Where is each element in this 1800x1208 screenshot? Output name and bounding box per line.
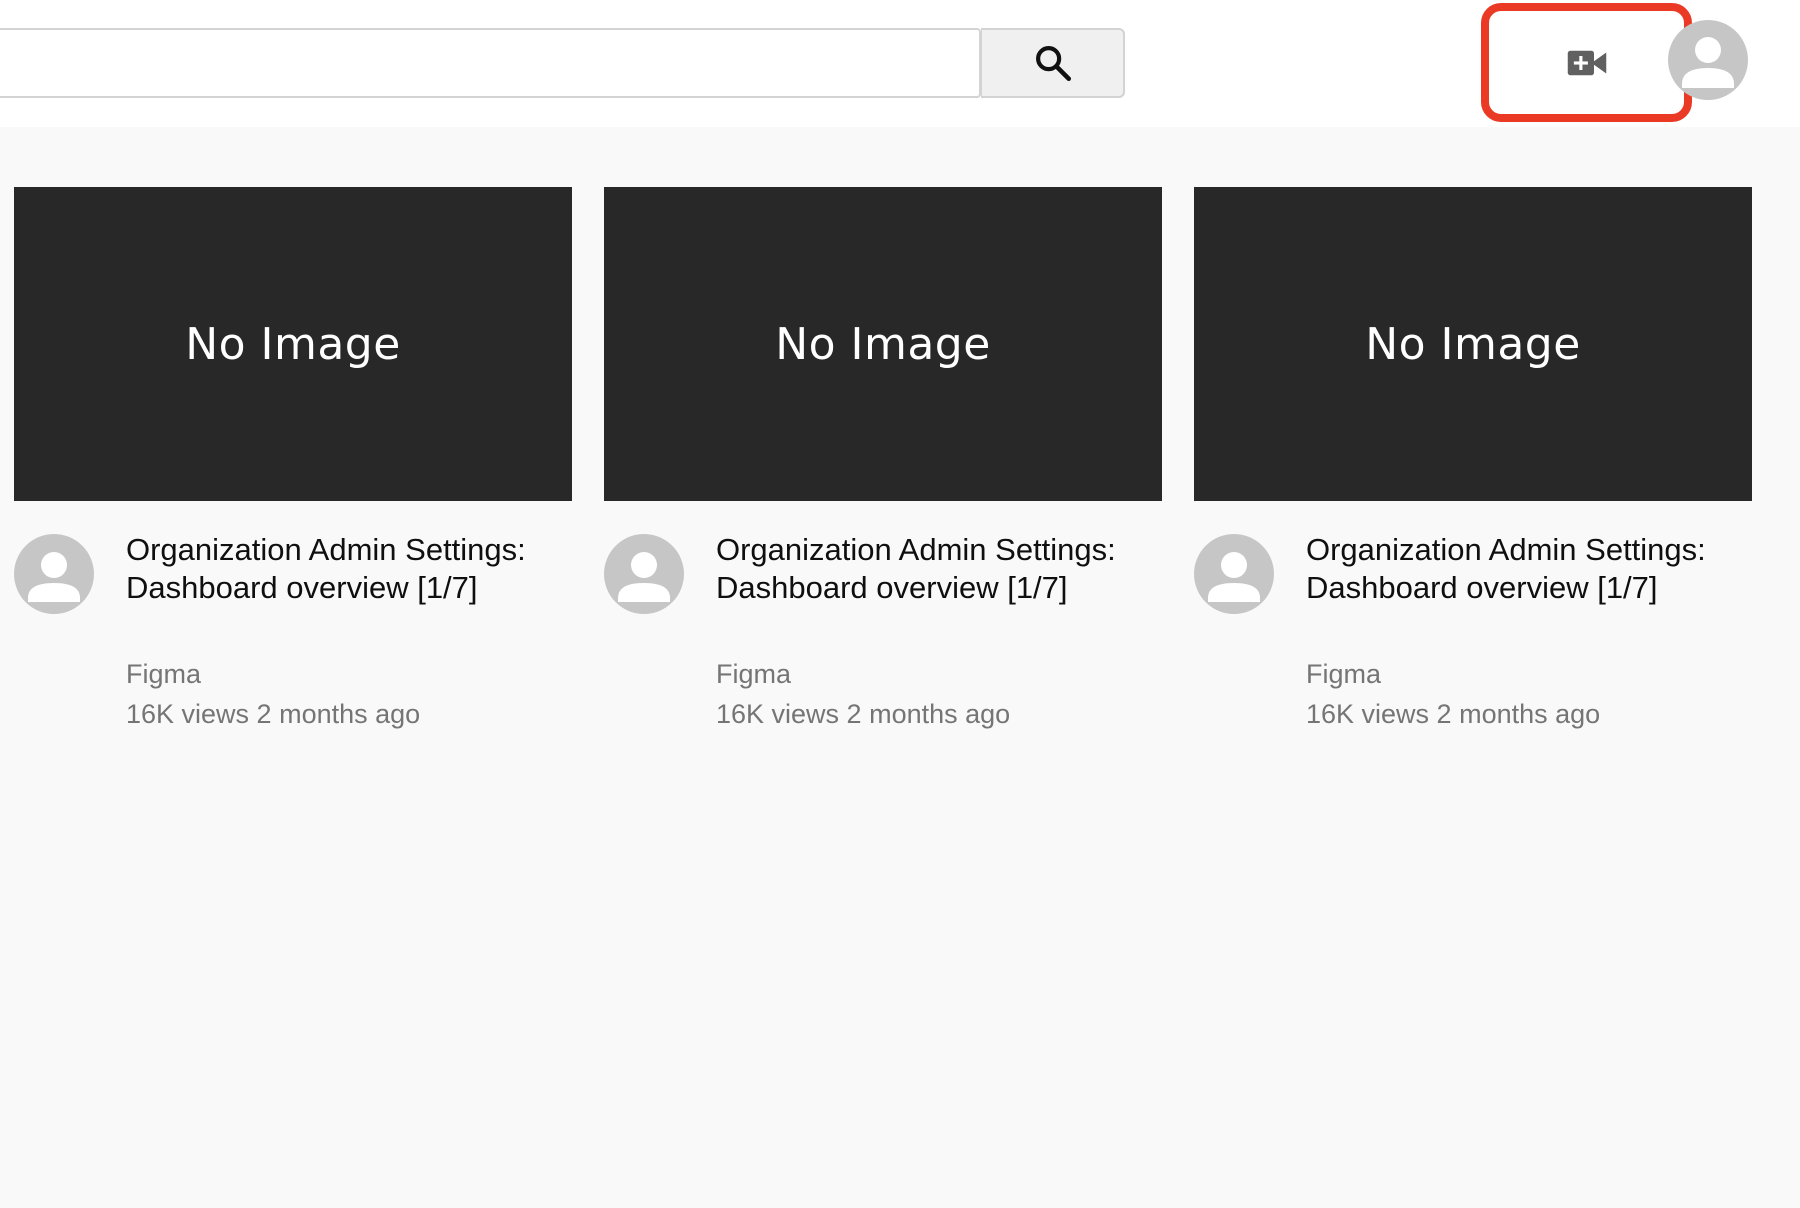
- video-title[interactable]: Organization Admin Settings: Dashboard o…: [126, 531, 572, 607]
- person-icon: [28, 552, 80, 602]
- video-metadata: 16K views 2 months ago: [126, 699, 421, 729]
- video-thumbnail[interactable]: No Image: [1194, 187, 1752, 501]
- channel-name[interactable]: Figma: [126, 657, 201, 691]
- video-title[interactable]: Organization Admin Settings: Dashboard o…: [1306, 531, 1752, 607]
- create-video-button[interactable]: [1481, 3, 1692, 122]
- thumbnail-placeholder-text: No Image: [1365, 318, 1581, 370]
- thumbnail-placeholder-text: No Image: [185, 318, 401, 370]
- channel-name[interactable]: Figma: [1306, 657, 1381, 691]
- channel-avatar[interactable]: [1194, 534, 1274, 614]
- top-bar: [0, 0, 1800, 127]
- person-icon: [1682, 37, 1734, 88]
- video-metadata: 16K views 2 months ago: [1306, 699, 1601, 729]
- person-icon: [618, 552, 670, 602]
- account-avatar-button[interactable]: [1668, 20, 1748, 100]
- video-thumbnail[interactable]: No Image: [14, 187, 572, 501]
- search-input[interactable]: [2, 30, 976, 96]
- video-metadata: 16K views 2 months ago: [716, 699, 1011, 729]
- search-button[interactable]: [981, 28, 1125, 98]
- video-camera-plus-icon: [1567, 50, 1606, 75]
- channel-name[interactable]: Figma: [716, 657, 791, 691]
- search-icon: [1035, 46, 1071, 82]
- video-card: No Image Organization Admin Settings: Da…: [14, 187, 572, 729]
- video-grid: No Image Organization Admin Settings: Da…: [0, 127, 1800, 1208]
- video-card: No Image Organization Admin Settings: Da…: [1194, 187, 1752, 729]
- video-card: No Image Organization Admin Settings: Da…: [604, 187, 1162, 729]
- channel-avatar[interactable]: [604, 534, 684, 614]
- person-icon: [1208, 552, 1260, 602]
- search-box: [0, 28, 981, 98]
- video-title[interactable]: Organization Admin Settings: Dashboard o…: [716, 531, 1162, 607]
- channel-avatar[interactable]: [14, 534, 94, 614]
- video-thumbnail[interactable]: No Image: [604, 187, 1162, 501]
- thumbnail-placeholder-text: No Image: [775, 318, 991, 370]
